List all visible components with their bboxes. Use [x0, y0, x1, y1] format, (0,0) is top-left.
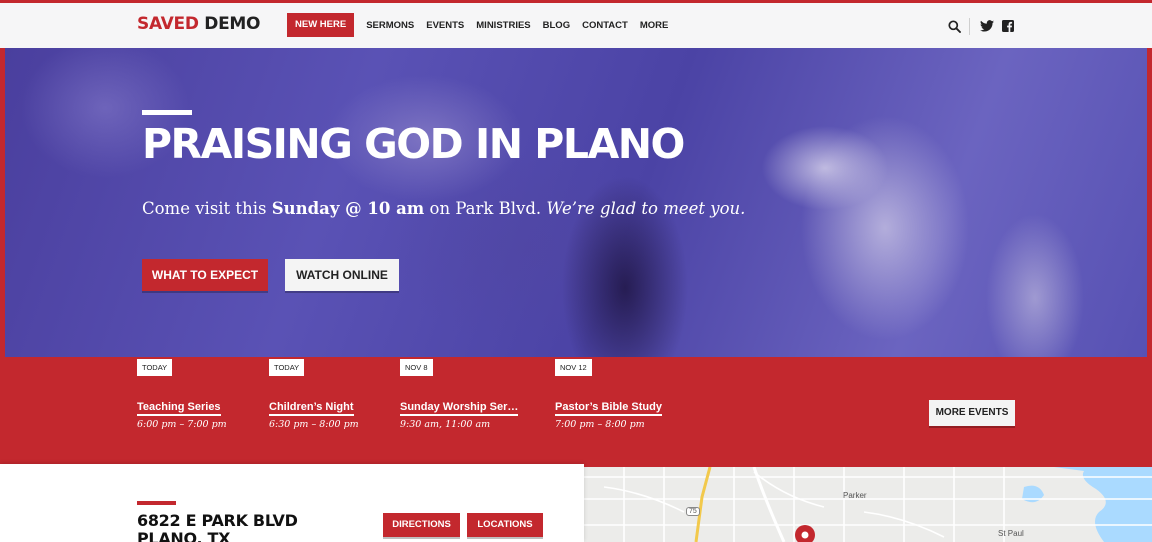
- nav-item-contact[interactable]: CONTACT: [582, 20, 628, 31]
- nav-item-ministries[interactable]: MINISTRIES: [476, 20, 530, 31]
- nav-item-blog[interactable]: BLOG: [543, 20, 570, 31]
- location-card: 6822 E PARK BLVD PLANO, TX DIRECTIONS LO…: [0, 464, 584, 542]
- location-address: 6822 E PARK BLVD PLANO, TX: [137, 512, 298, 542]
- hero-subtitle-italic: We’re glad to meet you.: [546, 199, 746, 218]
- event-time: 6:30 pm – 8:00 pm: [269, 419, 359, 430]
- event-date-badge: NOV 12: [555, 359, 592, 376]
- map-label-parker: Parker: [843, 491, 867, 500]
- event-item[interactable]: TODAY Children’s Night 6:30 pm – 8:00 pm: [269, 357, 359, 430]
- what-to-expect-button[interactable]: WHAT TO EXPECT: [142, 259, 268, 291]
- event-title-link[interactable]: Children’s Night: [269, 401, 354, 416]
- hero-background-image: PRAISING GOD IN PLANO Come visit this Su…: [5, 48, 1147, 357]
- hero-subtitle-text: Come visit this: [142, 199, 272, 218]
- map-graphic: [584, 467, 1152, 542]
- address-line-1: 6822 E PARK BLVD: [137, 511, 298, 530]
- event-date-badge: TODAY: [269, 359, 305, 376]
- event-item[interactable]: TODAY Teaching Series 6:00 pm – 7:00 pm: [137, 357, 227, 430]
- more-events-button[interactable]: MORE EVENTS: [929, 400, 1015, 426]
- hero-subtitle-bold: Sunday @ 10 am: [271, 199, 425, 218]
- main-nav: NEW HERE SERMONS EVENTS MINISTRIES BLOG …: [287, 13, 668, 37]
- directions-button[interactable]: DIRECTIONS: [383, 513, 460, 537]
- event-title-link[interactable]: Sunday Worship Ser…: [400, 401, 519, 416]
- map-label-st-paul: St Paul: [998, 529, 1024, 538]
- watch-online-button[interactable]: WATCH ONLINE: [285, 259, 399, 291]
- nav-new-here-button[interactable]: NEW HERE: [287, 13, 355, 37]
- logo-text-demo: DEMO: [204, 14, 261, 34]
- logo-text-saved: SAVED: [137, 14, 199, 34]
- map-highway-shield: 75: [686, 507, 700, 516]
- event-item[interactable]: NOV 12 Pastor’s Bible Study 7:00 pm – 8:…: [555, 357, 662, 430]
- event-title-link[interactable]: Teaching Series: [137, 401, 221, 416]
- event-date-badge: NOV 8: [400, 359, 433, 376]
- site-logo[interactable]: SAVED DEMO: [137, 14, 260, 34]
- header-divider: [969, 17, 970, 35]
- events-bar: TODAY Teaching Series 6:00 pm – 7:00 pm …: [0, 357, 1152, 467]
- hero-subtitle-text-2: on Park Blvd.: [424, 199, 547, 218]
- nav-item-more[interactable]: MORE: [640, 20, 669, 31]
- event-item[interactable]: NOV 8 Sunday Worship Ser… 9:30 am, 11:00…: [400, 357, 519, 430]
- event-date-badge: TODAY: [137, 359, 173, 376]
- event-title-link[interactable]: Pastor’s Bible Study: [555, 401, 662, 416]
- nav-item-sermons[interactable]: SERMONS: [366, 20, 414, 31]
- twitter-icon[interactable]: [980, 20, 994, 32]
- hero-subtitle: Come visit this Sunday @ 10 am on Park B…: [142, 199, 745, 218]
- site-header: SAVED DEMO NEW HERE SERMONS EVENTS MINIS…: [0, 3, 1152, 48]
- location-map[interactable]: Parker St Paul 75: [584, 467, 1152, 542]
- nav-item-events[interactable]: EVENTS: [426, 20, 464, 31]
- header-icons: [948, 17, 1014, 35]
- hero-section: PRAISING GOD IN PLANO Come visit this Su…: [0, 48, 1152, 357]
- event-time: 6:00 pm – 7:00 pm: [137, 419, 227, 430]
- top-accent-bar: [0, 0, 1152, 3]
- hero-accent-rule: [142, 110, 192, 115]
- search-icon[interactable]: [948, 19, 961, 33]
- hero-title: PRAISING GOD IN PLANO: [142, 120, 685, 168]
- location-accent-rule: [137, 501, 176, 505]
- facebook-icon[interactable]: [1002, 20, 1014, 32]
- event-time: 7:00 pm – 8:00 pm: [555, 419, 645, 430]
- locations-button[interactable]: LOCATIONS: [467, 513, 543, 537]
- event-time: 9:30 am, 11:00 am: [400, 419, 491, 430]
- address-line-2: PLANO, TX: [137, 529, 231, 542]
